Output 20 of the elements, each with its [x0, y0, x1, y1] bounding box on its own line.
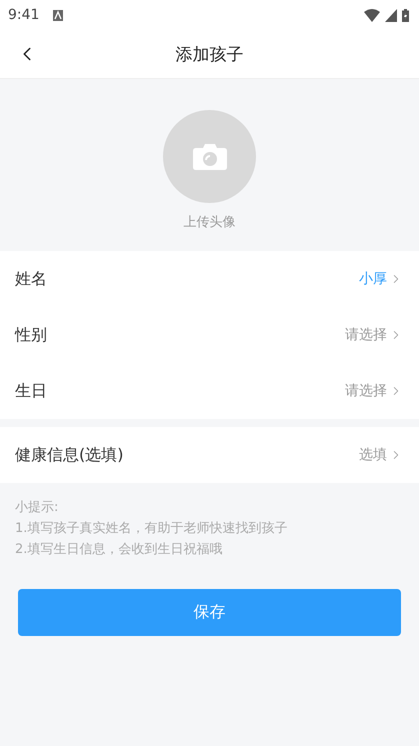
- status-time: 9:41: [8, 7, 40, 23]
- battery-icon: [402, 8, 409, 22]
- field-label: 姓名: [15, 268, 47, 290]
- camera-icon: [192, 142, 226, 170]
- wifi-icon: [364, 8, 380, 22]
- tip-text: 小提示:: [15, 499, 60, 517]
- signal-icon: [385, 8, 397, 22]
- avatar-label: 上传头像: [184, 214, 236, 230]
- save-button[interactable]: 保存: [18, 589, 401, 636]
- field-value[interactable]: 请选择: [345, 326, 403, 344]
- field-value[interactable]: 选填: [359, 446, 403, 464]
- tip-text: 2.填写生日信息，会收到生日祝福哦: [15, 541, 224, 559]
- notification-icon: [53, 10, 64, 20]
- field-label: 健康信息(选填): [15, 444, 124, 466]
- field-value[interactable]: 请选择: [345, 382, 403, 400]
- tip-text: 1.填写孩子真实姓名，有助于老师快速找到孩子: [15, 520, 288, 538]
- page-title: 添加孩子: [176, 44, 244, 66]
- field-value[interactable]: 小厚: [359, 270, 403, 288]
- field-label: 生日: [15, 380, 47, 402]
- field-label: 性别: [15, 324, 47, 346]
